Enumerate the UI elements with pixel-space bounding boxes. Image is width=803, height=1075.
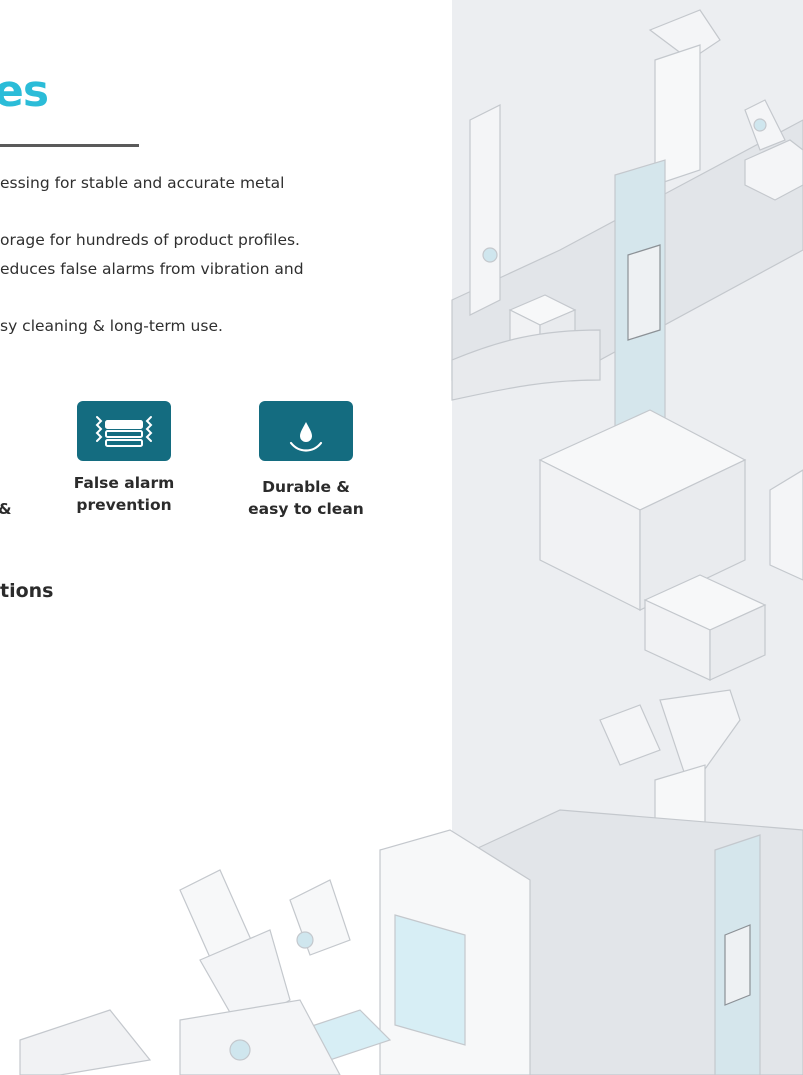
feature-text-2: orage for hundreds of product profiles. bbox=[0, 231, 300, 249]
feature-tile-false-alarm bbox=[77, 401, 171, 461]
feature-label-false-alarm: False alarm prevention bbox=[58, 472, 190, 516]
page-heading: es bbox=[0, 66, 49, 117]
feature-label-line: prevention bbox=[76, 496, 172, 514]
feature-label-partial: & bbox=[0, 498, 18, 520]
feature-text-3: educes false alarms from vibration and bbox=[0, 260, 304, 278]
feature-label-line: easy to clean bbox=[248, 500, 364, 518]
factory-illustration bbox=[19, 9, 803, 1075]
feature-tile-durable bbox=[259, 401, 353, 461]
water-drop-icon bbox=[289, 422, 323, 452]
feature-text-4: sy cleaning & long-term use. bbox=[0, 317, 223, 335]
feature-label-durable: Durable & easy to clean bbox=[238, 476, 374, 520]
section-title: tions bbox=[0, 580, 54, 602]
feature-label-line: False alarm bbox=[73, 474, 175, 492]
feature-label-line: Durable & bbox=[262, 478, 350, 496]
vibration-stack-icon bbox=[95, 416, 153, 447]
feature-text-1: essing for stable and accurate metal bbox=[0, 174, 285, 192]
heading-underline bbox=[0, 144, 139, 147]
